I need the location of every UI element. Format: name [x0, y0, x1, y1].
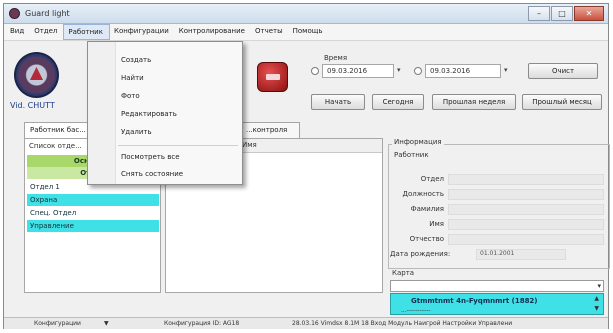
employee-menu-dropdown: Создать Найти Фото Редактировать Удалить…	[87, 41, 243, 185]
department-label: Отдел	[420, 175, 444, 183]
status-bar: Конфигурации ▼ Конфигурация ID: AG18 28.…	[4, 317, 608, 329]
app-window: Guard light – □ ✕ Вид Отдел Работник Кон…	[3, 3, 610, 329]
window-controls: – □ ✕	[527, 6, 604, 21]
date-to-radio[interactable]	[414, 67, 422, 75]
department-list-title: Список отде...	[29, 142, 82, 150]
menu-view[interactable]: Вид	[6, 24, 30, 40]
card-list-item[interactable]: Gtmmtnmt 4n-Fyqmnmrt (1882)	[411, 297, 538, 305]
birth-date-value: 01.01.2001	[480, 250, 515, 257]
info-panel: Информация Работник Отдел Должность Фами…	[388, 138, 610, 278]
date-from-input[interactable]: 09.03.2016	[322, 64, 394, 78]
scroll-down-icon[interactable]: ▼	[594, 305, 599, 312]
logo-text: Vid. CHUTT	[10, 101, 55, 110]
window-title: Guard light	[25, 9, 70, 18]
menu-reset-state[interactable]: Снять состояние	[121, 170, 183, 178]
card-combo-dropdown-icon[interactable]: ▾	[597, 282, 601, 290]
card-combo[interactable]: ▾	[390, 280, 604, 292]
status-config-dropdown-icon[interactable]: ▼	[104, 320, 109, 327]
maximize-button[interactable]: □	[551, 6, 573, 21]
company-logo	[14, 52, 59, 98]
first-name-field	[448, 219, 604, 230]
surname-field	[448, 204, 604, 215]
menu-photo[interactable]: Фото	[121, 92, 140, 100]
date-from-radio[interactable]	[311, 67, 319, 75]
menu-employee[interactable]: Работник	[63, 24, 110, 40]
logo-emblem	[30, 67, 43, 80]
scroll-up-icon[interactable]: ▲	[594, 295, 599, 302]
menu-separator	[118, 145, 238, 146]
menu-view-all[interactable]: Посмотреть все	[121, 153, 180, 161]
status-info: 28.03.16 Vimdsx 8.1M 18 Вход Модуль Наиг…	[292, 320, 513, 327]
menu-find[interactable]: Найти	[121, 74, 144, 82]
menu-bar: Вид Отдел Работник Конфигурации Контроли…	[4, 24, 608, 41]
date-to-input[interactable]: 09.03.2016	[425, 64, 501, 78]
position-field	[448, 189, 604, 200]
position-label: Должность	[402, 190, 444, 198]
menu-edit[interactable]: Редактировать	[121, 110, 177, 118]
card-list-item[interactable]: ...-----------	[401, 307, 431, 314]
last-month-button[interactable]: Прошлый месяц	[522, 94, 602, 110]
list-item[interactable]: Охрана	[27, 194, 159, 206]
patronymic-label: Отчество	[409, 235, 444, 243]
clear-button[interactable]: Очист	[528, 63, 598, 79]
tab-control[interactable]: ...контроля	[240, 122, 300, 138]
app-icon	[9, 8, 20, 19]
list-item[interactable]: Спец. Отдел	[27, 207, 159, 219]
department-field	[448, 174, 604, 185]
last-week-button[interactable]: Прошлая неделя	[432, 94, 516, 110]
today-button[interactable]: Сегодня	[372, 94, 424, 110]
date-from-dropdown-icon[interactable]: ▾	[397, 66, 401, 74]
minimize-button[interactable]: –	[528, 6, 550, 21]
title-bar: Guard light – □ ✕	[4, 4, 608, 24]
info-title: Информация	[392, 138, 444, 146]
menu-control[interactable]: Контролирование	[175, 24, 251, 40]
menu-configurations[interactable]: Конфигурации	[110, 24, 175, 40]
tab-employee-base[interactable]: Работник бас...	[24, 122, 92, 138]
menu-icon-strip	[88, 42, 116, 184]
date-to-dropdown-icon[interactable]: ▾	[504, 66, 508, 74]
time-group-label: Время	[324, 54, 348, 62]
status-config-id: Конфигурация ID: AG18	[164, 320, 240, 327]
surname-label: Фамилия	[410, 205, 444, 213]
card-label: Карта	[392, 269, 415, 277]
info-subtitle: Работник	[394, 151, 429, 159]
menu-reports[interactable]: Отчеты	[251, 24, 289, 40]
card-list: Gtmmtnmt 4n-Fyqmnmrt (1882) ...---------…	[390, 293, 604, 315]
menu-help[interactable]: Помощь	[289, 24, 329, 40]
birth-date-label: Дата рождения:	[390, 250, 451, 258]
menu-create[interactable]: Создать	[121, 56, 151, 64]
list-item[interactable]: Управление	[27, 220, 159, 232]
start-button[interactable]: Начать	[311, 94, 365, 110]
patronymic-field	[448, 234, 604, 245]
close-button[interactable]: ✕	[574, 6, 604, 21]
first-name-label: Имя	[429, 220, 444, 228]
menu-department[interactable]: Отдел	[30, 24, 63, 40]
alarm-device-icon[interactable]	[257, 62, 288, 92]
status-config[interactable]: Конфигурации	[34, 320, 81, 327]
menu-delete[interactable]: Удалить	[121, 128, 152, 136]
